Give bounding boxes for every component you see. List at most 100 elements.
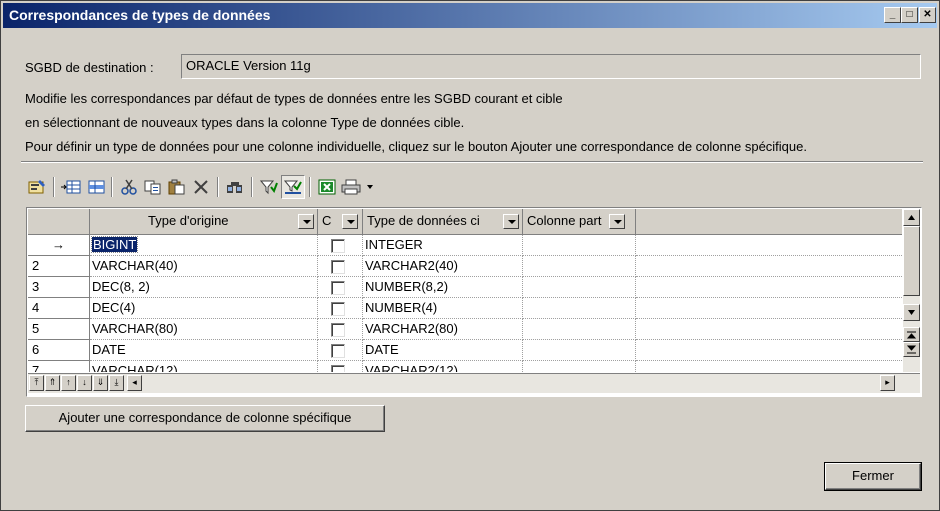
table-row[interactable]: 5 VARCHAR(80) VARCHAR2(80) <box>28 319 902 340</box>
row-checkbox[interactable] <box>331 260 345 274</box>
title-bar[interactable]: Correspondances de types de données _ □ … <box>3 3 937 28</box>
target-type-cell[interactable]: INTEGER <box>363 235 523 256</box>
column-filter-dropdown[interactable] <box>609 214 625 229</box>
scroll-up-button[interactable] <box>903 209 920 226</box>
properties-icon[interactable] <box>25 175 49 199</box>
target-type-cell[interactable]: NUMBER(8,2) <box>363 277 523 298</box>
description-line-3: Pour définir un type de données pour une… <box>25 139 807 154</box>
column-header-target-type[interactable]: Type de données ci <box>363 209 523 235</box>
origin-type-cell[interactable]: DATE <box>90 340 318 361</box>
scroll-page-up-button[interactable] <box>903 327 920 342</box>
row-header-corner <box>28 209 90 235</box>
row-number[interactable]: 7 <box>28 361 90 372</box>
add-specific-mapping-button[interactable]: Ajouter une correspondance de colonne sp… <box>25 405 385 432</box>
toolbar-separator <box>111 177 113 197</box>
target-type-cell[interactable]: DATE <box>363 340 523 361</box>
row-number[interactable]: 3 <box>28 277 90 298</box>
column-filter-dropdown[interactable] <box>298 214 314 229</box>
row-number[interactable]: 5 <box>28 319 90 340</box>
row-number[interactable]: 4 <box>28 298 90 319</box>
column-filter-dropdown[interactable] <box>342 214 358 229</box>
row-checkbox[interactable] <box>331 344 345 358</box>
scroll-left-button[interactable]: ◂ <box>127 375 142 391</box>
origin-type-value: VARCHAR(12) <box>92 363 178 372</box>
target-type-cell[interactable]: VARCHAR2(12) <box>363 361 523 372</box>
row-checkbox[interactable] <box>331 281 345 295</box>
specific-column-cell[interactable] <box>523 298 636 319</box>
insert-row-icon[interactable] <box>83 175 107 199</box>
origin-type-value: DATE <box>92 342 126 357</box>
empty-cell <box>636 319 902 340</box>
specific-column-cell[interactable] <box>523 277 636 298</box>
origin-type-cell[interactable]: VARCHAR(40) <box>90 256 318 277</box>
print-icon[interactable] <box>339 175 363 199</box>
vertical-scrollbar[interactable] <box>903 209 920 372</box>
target-type-cell[interactable]: VARCHAR2(40) <box>363 256 523 277</box>
toolbar-separator <box>53 177 55 197</box>
delete-icon[interactable] <box>189 175 213 199</box>
origin-type-value: BIGINT <box>90 236 139 253</box>
paste-icon[interactable] <box>165 175 189 199</box>
row-checkbox[interactable] <box>331 302 345 316</box>
scroll-right-button[interactable]: ▸ <box>880 375 895 391</box>
specific-column-cell[interactable] <box>523 340 636 361</box>
move-page-down-icon[interactable]: ⇓ <box>93 375 108 391</box>
filter-icon[interactable] <box>257 175 281 199</box>
scroll-thumb[interactable] <box>903 226 920 296</box>
current-row-arrow-icon[interactable]: → <box>28 235 90 256</box>
cut-icon[interactable] <box>117 175 141 199</box>
origin-type-cell[interactable]: DEC(4) <box>90 298 318 319</box>
origin-type-cell[interactable]: DEC(8, 2) <box>90 277 318 298</box>
mapping-grid[interactable]: Type d'origine C Type de données ci Colo… <box>26 207 922 397</box>
specific-column-cell[interactable] <box>523 361 636 372</box>
scroll-down-button[interactable] <box>903 304 920 321</box>
empty-cell <box>636 340 902 361</box>
origin-type-cell[interactable]: VARCHAR(80) <box>90 319 318 340</box>
move-page-up-icon[interactable]: ⇑ <box>45 375 60 391</box>
table-row[interactable]: 6 DATE DATE <box>28 340 902 361</box>
find-icon[interactable] <box>223 175 247 199</box>
row-checkbox[interactable] <box>331 365 345 372</box>
column-header-specific-column[interactable]: Colonne part <box>523 209 636 235</box>
target-type-cell[interactable]: VARCHAR2(80) <box>363 319 523 340</box>
column-header-c[interactable]: C <box>318 209 363 235</box>
origin-type-cell[interactable]: VARCHAR(12) <box>90 361 318 372</box>
table-row[interactable]: → BIGINT INTEGER <box>28 235 902 256</box>
specific-column-cell[interactable] <box>523 256 636 277</box>
copy-icon[interactable] <box>141 175 165 199</box>
add-row-icon[interactable] <box>59 175 83 199</box>
column-header-origin-type[interactable]: Type d'origine <box>90 209 318 235</box>
move-bottom-icon[interactable]: ⤓ <box>109 375 124 391</box>
row-number[interactable]: 6 <box>28 340 90 361</box>
dropdown-arrow-icon[interactable] <box>363 175 377 199</box>
toolbar <box>25 174 377 200</box>
table-row[interactable]: 7 VARCHAR(12) VARCHAR2(12) <box>28 361 902 372</box>
column-filter-dropdown[interactable] <box>503 214 519 229</box>
row-checkbox[interactable] <box>331 323 345 337</box>
origin-type-value: VARCHAR(80) <box>92 321 178 336</box>
row-checkbox[interactable] <box>331 239 345 253</box>
table-row[interactable]: 4 DEC(4) NUMBER(4) <box>28 298 902 319</box>
minimize-button[interactable]: _ <box>884 7 901 23</box>
move-up-icon[interactable]: ↑ <box>61 375 76 391</box>
maximize-button[interactable]: □ <box>901 7 918 23</box>
move-top-icon[interactable]: ⤒ <box>29 375 44 391</box>
excel-icon[interactable] <box>315 175 339 199</box>
close-button[interactable]: Fermer <box>824 462 922 491</box>
scroll-page-down-button[interactable] <box>903 342 920 357</box>
close-window-button[interactable]: ✕ <box>919 7 936 23</box>
toolbar-separator <box>217 177 219 197</box>
empty-cell <box>636 361 902 372</box>
toolbar-separator <box>251 177 253 197</box>
target-type-cell[interactable]: NUMBER(4) <box>363 298 523 319</box>
specific-column-cell[interactable] <box>523 235 636 256</box>
row-number[interactable]: 2 <box>28 256 90 277</box>
table-row[interactable]: 2 VARCHAR(40) VARCHAR2(40) <box>28 256 902 277</box>
move-down-icon[interactable]: ↓ <box>77 375 92 391</box>
filter-active-icon[interactable] <box>281 175 305 199</box>
table-row[interactable]: 3 DEC(8, 2) NUMBER(8,2) <box>28 277 902 298</box>
origin-type-value: DEC(4) <box>92 300 136 315</box>
specific-column-cell[interactable] <box>523 319 636 340</box>
origin-type-cell[interactable]: BIGINT <box>90 235 318 256</box>
toolbar-separator <box>309 177 311 197</box>
